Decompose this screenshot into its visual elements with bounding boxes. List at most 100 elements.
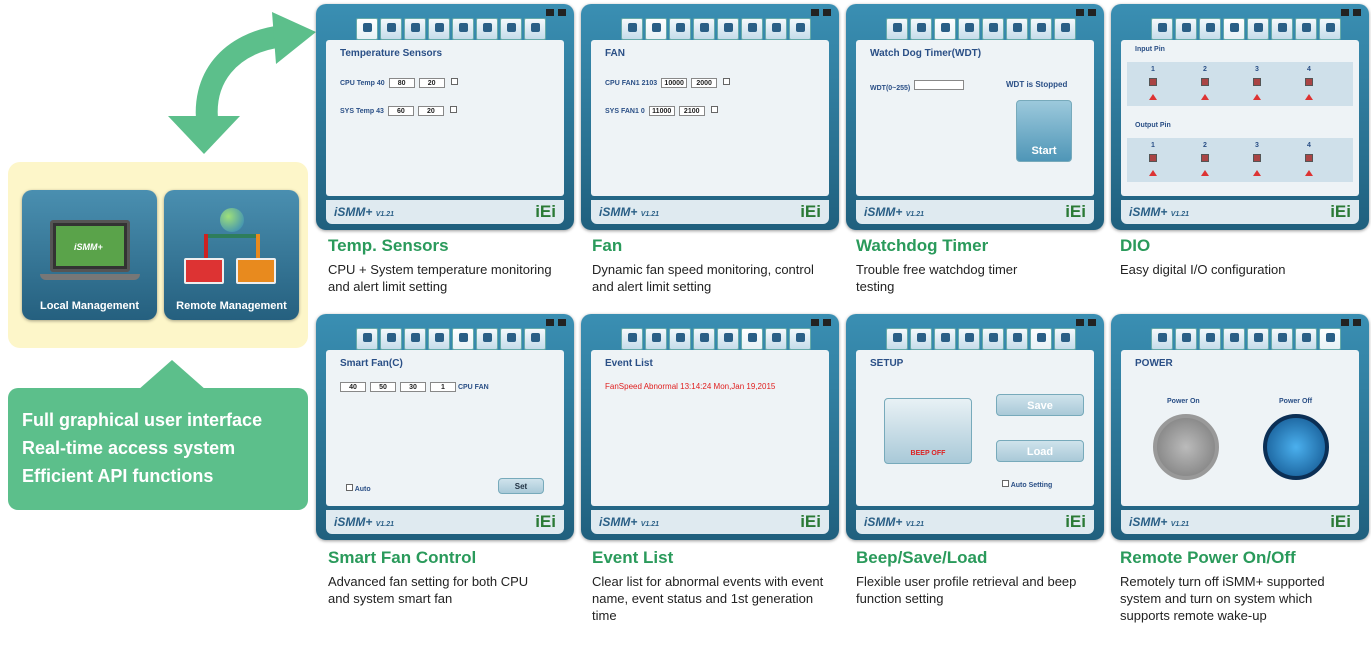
- tab-temperature[interactable]: [621, 328, 643, 350]
- tab-wdt[interactable]: [669, 18, 691, 40]
- tab-setup[interactable]: [1030, 328, 1052, 350]
- beep-toggle-button[interactable]: BEEP OFF: [884, 398, 972, 464]
- pin-checkbox[interactable]: [1201, 154, 1209, 162]
- high-limit-input[interactable]: 11000: [648, 106, 675, 116]
- tab-dio[interactable]: [693, 328, 715, 350]
- step-input[interactable]: 40: [340, 382, 366, 392]
- tab-wdt[interactable]: [669, 328, 691, 350]
- power-on-button[interactable]: [1153, 414, 1219, 480]
- tab-setup[interactable]: [765, 328, 787, 350]
- set-button[interactable]: Set: [498, 478, 544, 494]
- low-limit-input[interactable]: 20: [418, 78, 445, 88]
- tab-dio[interactable]: [1223, 328, 1245, 350]
- power-off-button[interactable]: [1263, 414, 1329, 480]
- tab-dio[interactable]: [693, 18, 715, 40]
- tab-temperature[interactable]: [886, 328, 908, 350]
- tab-temperature[interactable]: [1151, 18, 1173, 40]
- alert-checkbox[interactable]: [450, 78, 458, 85]
- high-limit-input[interactable]: 10000: [661, 78, 688, 88]
- tab-smartfan[interactable]: [452, 328, 474, 350]
- local-management-tile[interactable]: iSMM+ Local Management: [22, 190, 157, 320]
- tab-power[interactable]: [789, 18, 811, 40]
- tab-smartfan[interactable]: [717, 328, 739, 350]
- pin-checkbox[interactable]: [1305, 154, 1313, 162]
- event-entry[interactable]: FanSpeed Abnormal 13:14:24 Mon,Jan 19,20…: [605, 382, 775, 391]
- load-button[interactable]: Load: [996, 440, 1084, 462]
- wdt-input[interactable]: [914, 80, 965, 90]
- tab-fan[interactable]: [910, 328, 932, 350]
- remote-management-tile[interactable]: Remote Management: [164, 190, 299, 320]
- tab-fan[interactable]: [1175, 328, 1197, 350]
- tab-event[interactable]: [476, 328, 498, 350]
- low-limit-input[interactable]: 2000: [691, 78, 718, 88]
- alert-checkbox[interactable]: [710, 106, 718, 113]
- pin-checkbox[interactable]: [1201, 78, 1209, 86]
- tab-temperature[interactable]: [886, 18, 908, 40]
- tab-fan[interactable]: [380, 328, 402, 350]
- tab-smartfan[interactable]: [982, 328, 1004, 350]
- pin-checkbox[interactable]: [1149, 154, 1157, 162]
- tab-dio[interactable]: [1223, 18, 1245, 40]
- tab-wdt[interactable]: [404, 328, 426, 350]
- tab-dio[interactable]: [428, 328, 450, 350]
- slope-input[interactable]: 1: [430, 382, 456, 392]
- tab-smartfan[interactable]: [717, 18, 739, 40]
- tab-power[interactable]: [789, 328, 811, 350]
- tab-temperature[interactable]: [356, 18, 378, 40]
- tab-smartfan[interactable]: [452, 18, 474, 40]
- tab-temperature[interactable]: [1151, 328, 1173, 350]
- tab-setup[interactable]: [1295, 18, 1317, 40]
- tab-fan[interactable]: [1175, 18, 1197, 40]
- tab-event[interactable]: [741, 18, 763, 40]
- tab-smartfan[interactable]: [982, 18, 1004, 40]
- tab-event[interactable]: [741, 328, 763, 350]
- tab-temperature[interactable]: [621, 18, 643, 40]
- pin-checkbox[interactable]: [1149, 78, 1157, 86]
- tab-dio[interactable]: [428, 18, 450, 40]
- tab-dio[interactable]: [958, 328, 980, 350]
- tab-wdt[interactable]: [1199, 18, 1221, 40]
- high-limit-input[interactable]: 60: [387, 106, 414, 116]
- tab-power[interactable]: [1319, 328, 1341, 350]
- tab-temperature[interactable]: [356, 328, 378, 350]
- tab-dio[interactable]: [958, 18, 980, 40]
- tab-power[interactable]: [1319, 18, 1341, 40]
- tab-event[interactable]: [1271, 328, 1293, 350]
- tab-power[interactable]: [1054, 328, 1076, 350]
- pin-checkbox[interactable]: [1253, 154, 1261, 162]
- low-limit-input[interactable]: 20: [417, 106, 444, 116]
- pin-checkbox[interactable]: [1305, 78, 1313, 86]
- wdt-start-button[interactable]: Start: [1016, 100, 1072, 162]
- tab-event[interactable]: [1006, 328, 1028, 350]
- tab-fan[interactable]: [910, 18, 932, 40]
- tab-wdt[interactable]: [934, 328, 956, 350]
- alert-checkbox[interactable]: [449, 106, 457, 113]
- alert-checkbox[interactable]: [723, 78, 731, 85]
- tab-fan[interactable]: [380, 18, 402, 40]
- auto-setting-checkbox[interactable]: [1002, 480, 1009, 487]
- tab-smartfan[interactable]: [1247, 328, 1269, 350]
- tab-setup[interactable]: [500, 328, 522, 350]
- save-button[interactable]: Save: [996, 394, 1084, 416]
- tab-event[interactable]: [1006, 18, 1028, 40]
- tab-smartfan[interactable]: [1247, 18, 1269, 40]
- high-limit-input[interactable]: 80: [388, 78, 415, 88]
- tab-event[interactable]: [476, 18, 498, 40]
- pin-checkbox[interactable]: [1253, 78, 1261, 86]
- tab-fan[interactable]: [645, 328, 667, 350]
- low-limit-input[interactable]: 2100: [678, 106, 705, 116]
- auto-checkbox[interactable]: [346, 484, 353, 491]
- tab-power[interactable]: [1054, 18, 1076, 40]
- tab-wdt[interactable]: [404, 18, 426, 40]
- tab-setup[interactable]: [1295, 328, 1317, 350]
- tab-setup[interactable]: [500, 18, 522, 40]
- tab-setup[interactable]: [765, 18, 787, 40]
- tab-setup[interactable]: [1030, 18, 1052, 40]
- tab-wdt[interactable]: [1199, 328, 1221, 350]
- tab-wdt[interactable]: [934, 18, 956, 40]
- tab-power[interactable]: [524, 18, 546, 40]
- duty-input[interactable]: 30: [400, 382, 426, 392]
- tab-event[interactable]: [1271, 18, 1293, 40]
- tab-fan[interactable]: [645, 18, 667, 40]
- start-input[interactable]: 50: [370, 382, 396, 392]
